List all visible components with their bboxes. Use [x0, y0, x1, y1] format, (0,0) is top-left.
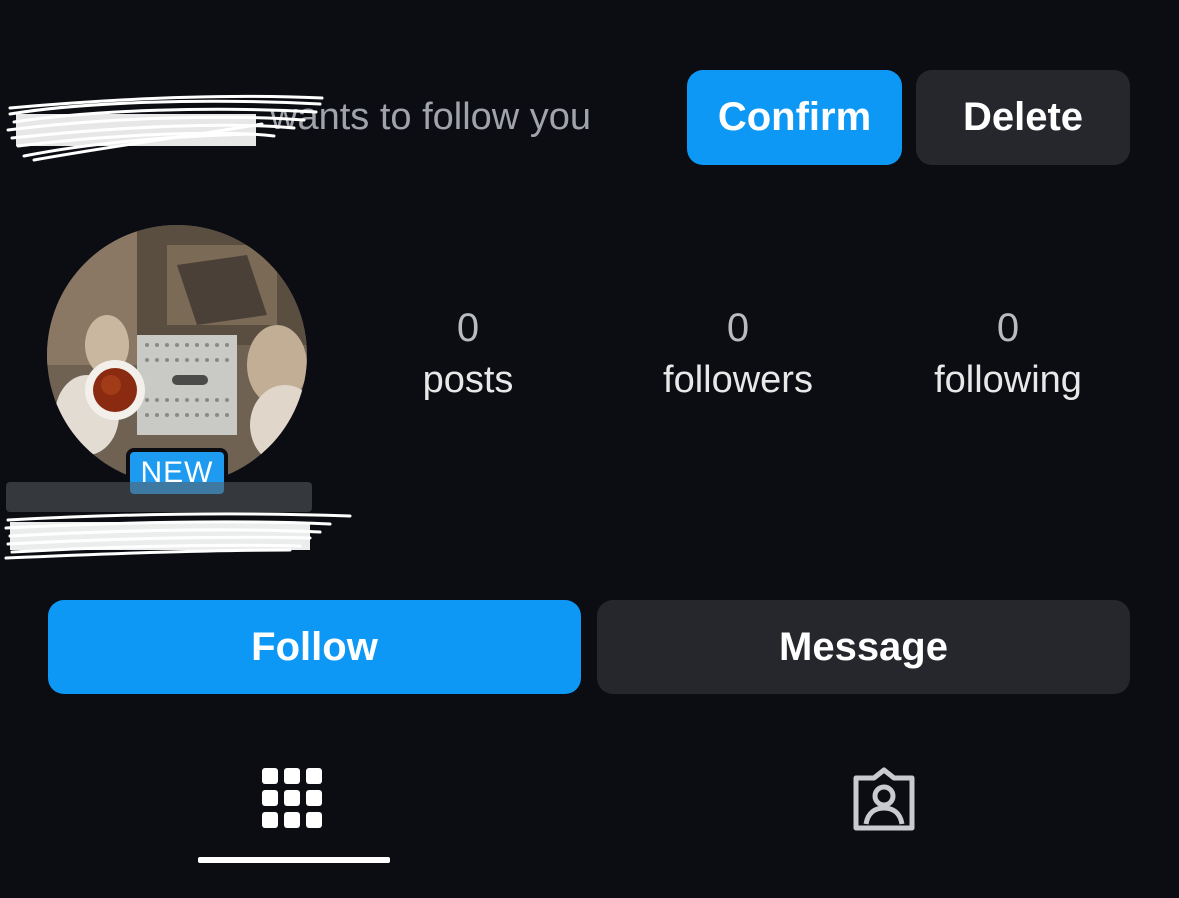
message-button[interactable]: Message — [597, 600, 1130, 694]
followers-count: 0 — [726, 306, 750, 350]
following-stat[interactable]: 0 following — [888, 302, 1128, 406]
grid-icon — [262, 768, 322, 828]
following-count: 0 — [996, 306, 1020, 350]
avatar-photo — [47, 225, 307, 485]
profile-page: wants to follow you Confirm Delete NEW 0… — [0, 0, 1179, 898]
follow-button[interactable]: Follow — [48, 600, 581, 694]
tab-tagged[interactable] — [790, 750, 982, 865]
tagged-person-icon — [853, 767, 915, 831]
redaction-scribble — [4, 482, 352, 560]
posts-stat[interactable]: 0 posts — [348, 302, 588, 406]
delete-button[interactable]: Delete — [916, 70, 1130, 165]
following-label: following — [934, 359, 1082, 401]
followers-stat[interactable]: 0 followers — [618, 302, 858, 406]
redaction-scribble — [6, 94, 324, 162]
tab-posts-grid[interactable] — [198, 750, 390, 865]
follow-request-row: wants to follow you Confirm Delete — [0, 68, 1179, 166]
followers-label: followers — [663, 359, 813, 401]
posts-label: posts — [422, 359, 514, 401]
posts-count: 0 — [456, 306, 480, 350]
avatar[interactable] — [47, 225, 307, 485]
active-tab-indicator — [198, 857, 390, 863]
confirm-button[interactable]: Confirm — [687, 70, 902, 165]
